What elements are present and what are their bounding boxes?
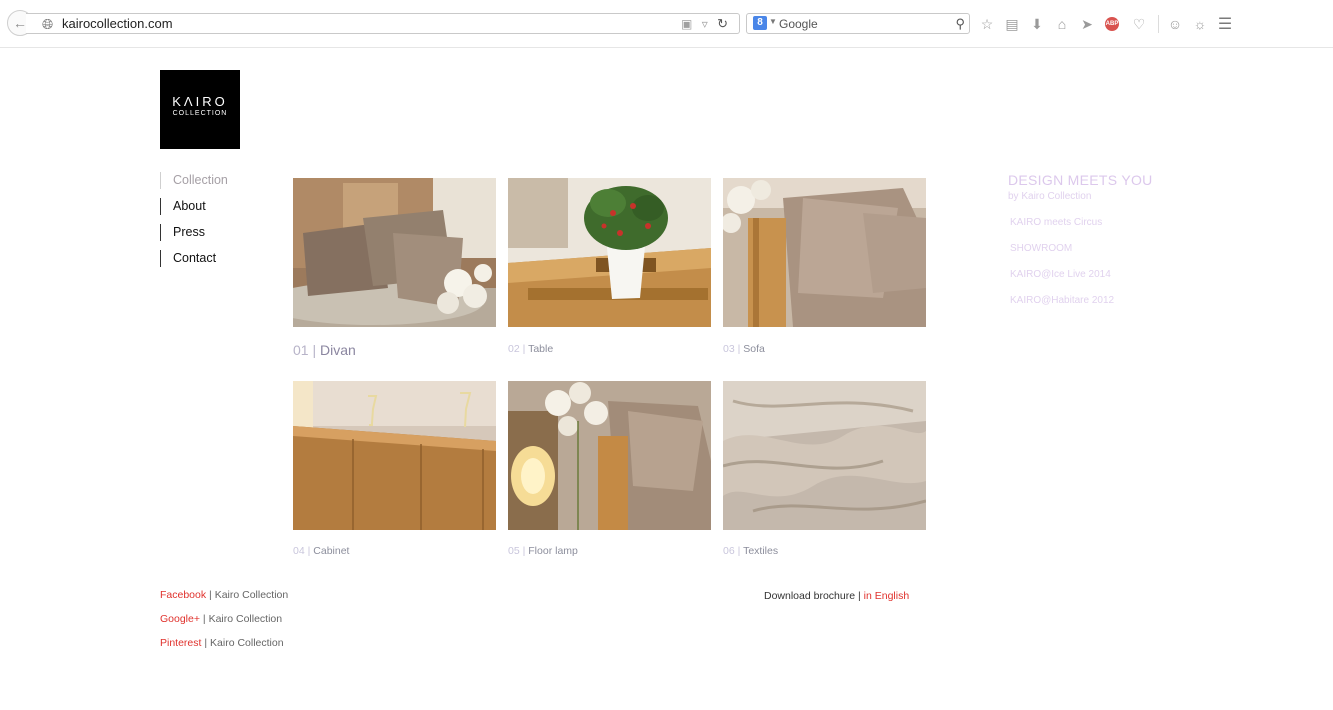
nav-collection[interactable]: Collection — [160, 172, 228, 189]
download-english-link[interactable]: in English — [864, 590, 910, 602]
hamburger-menu-icon[interactable]: ☰ — [1214, 14, 1236, 34]
smiley-icon[interactable]: ☺ — [1164, 16, 1186, 32]
product-caption[interactable]: 01 | Divan — [293, 342, 356, 358]
social-row-pinterest: Pinterest | Kairo Collection — [160, 637, 284, 649]
sidebar-link-circus[interactable]: KAIRO meets Circus — [1008, 217, 1153, 228]
product-image-textiles[interactable] — [723, 381, 926, 530]
sidebar-link-showroom[interactable]: SHOWROOM — [1008, 243, 1153, 254]
url-text: kairocollection.com — [62, 16, 173, 31]
product-image-floor-lamp[interactable] — [508, 381, 711, 530]
url-bar[interactable]: 🌐︎ kairocollection.com ▣ ▿ ↻ — [26, 13, 740, 34]
nav-press[interactable]: Press — [160, 224, 228, 241]
social-links: Facebook | Kairo Collection Google+ | Ka… — [160, 589, 288, 661]
download-icon[interactable]: ⬇ — [1026, 16, 1048, 33]
home-icon[interactable]: ⌂ — [1051, 16, 1073, 32]
main-nav: Collection About Press Contact — [160, 172, 228, 276]
reading-list-icon[interactable]: ▤ — [1001, 16, 1023, 33]
logo-wordmark: KΛIRO — [172, 94, 228, 109]
product-image-cabinet[interactable] — [293, 381, 496, 530]
search-bar[interactable]: 8 ▼ ⚲ — [746, 13, 970, 34]
download-label: Download brochure — [764, 590, 856, 602]
nav-contact[interactable]: Contact — [160, 250, 228, 267]
pocket-icon[interactable]: ♡ — [1128, 16, 1150, 33]
social-row-googleplus: Google+ | Kairo Collection — [160, 613, 283, 625]
sidebar-title: DESIGN MEETS YOU — [1008, 172, 1153, 188]
product-caption[interactable]: 05 | Floor lamp — [508, 545, 578, 557]
download-brochure: Download brochure | in English — [764, 590, 910, 602]
search-input[interactable] — [779, 15, 939, 32]
toolbar-separator — [1158, 15, 1159, 33]
reload-icon[interactable]: ↻ — [717, 16, 731, 31]
nav-about[interactable]: About — [160, 198, 228, 215]
kairo-logo[interactable]: KΛIRO COLLECTION — [160, 70, 240, 149]
product-caption[interactable]: 03 | Sofa — [723, 343, 765, 355]
star-icon[interactable]: ☆ — [976, 16, 998, 33]
send-icon[interactable]: ➤ — [1076, 16, 1098, 33]
googleplus-link[interactable]: Google+ — [160, 613, 200, 625]
facebook-link[interactable]: Facebook — [160, 589, 206, 601]
news-sidebar: DESIGN MEETS YOU by Kairo Collection KAI… — [1008, 172, 1153, 306]
adblock-icon[interactable]: ABP — [1105, 17, 1119, 31]
logo-subtitle: COLLECTION — [172, 110, 228, 117]
product-image-sofa[interactable] — [723, 178, 926, 327]
sidebar-subtitle: by Kairo Collection — [1008, 191, 1092, 202]
product-caption[interactable]: 02 | Table — [508, 343, 553, 355]
magnifier-icon[interactable]: ⚲ — [955, 15, 965, 33]
pinterest-link[interactable]: Pinterest — [160, 637, 201, 649]
globe-icon: 🌐︎ — [42, 16, 54, 32]
product-caption[interactable]: 04 | Cabinet — [293, 545, 349, 557]
product-caption[interactable]: 06 | Textiles — [723, 545, 778, 557]
dropdown-chevron-icon[interactable]: ▿ — [702, 17, 711, 31]
product-image-divan[interactable] — [293, 178, 496, 327]
chat-icon[interactable]: ☼ — [1189, 16, 1211, 32]
social-row-facebook: Facebook | Kairo Collection — [160, 589, 289, 601]
google-engine-icon[interactable]: 8 — [753, 16, 767, 30]
engine-caret-icon[interactable]: ▼ — [769, 17, 777, 26]
product-image-table[interactable] — [508, 178, 711, 327]
toolbar-icons: ☆ ▤ ⬇ ⌂ ➤ ABP ♡ ☺ ☼ ☰ — [976, 13, 1239, 35]
browser-toolbar: ← 🌐︎ kairocollection.com ▣ ▿ ↻ 8 ▼ ⚲ ☆ ▤… — [0, 0, 1333, 48]
reader-view-icon[interactable]: ▣ — [681, 17, 695, 31]
sidebar-link-ice-live[interactable]: KAIRO@Ice Live 2014 — [1008, 269, 1153, 280]
sidebar-link-habitare[interactable]: KAIRO@Habitare 2012 — [1008, 295, 1153, 306]
